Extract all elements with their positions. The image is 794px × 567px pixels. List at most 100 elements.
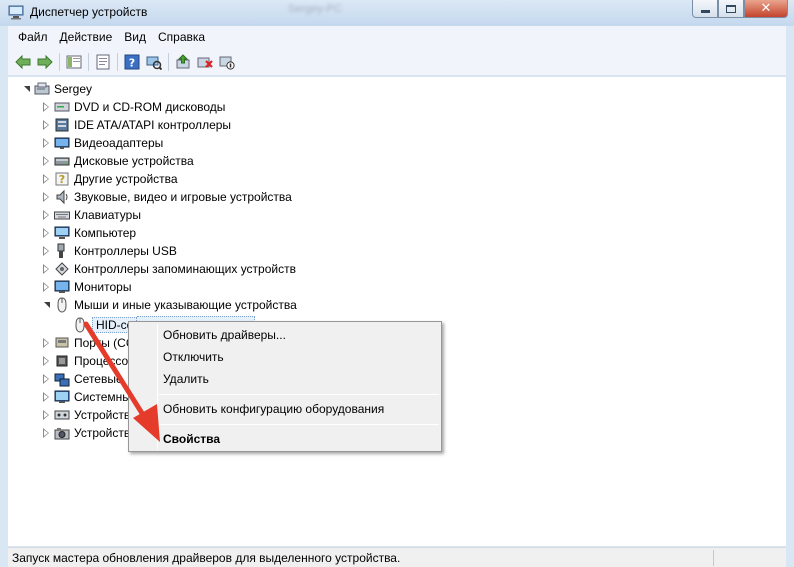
collapsed-icon[interactable] bbox=[42, 282, 50, 292]
context-menu: Обновить драйверы... Отключить Удалить О… bbox=[128, 321, 442, 452]
tree-node-label: DVD и CD-ROM дисководы bbox=[74, 100, 226, 114]
ctx-separator bbox=[159, 424, 439, 425]
title-bar[interactable]: Диспетчер устройств Sergey-PC ✕ bbox=[0, 0, 794, 26]
tree-node[interactable]: Компьютер bbox=[42, 224, 136, 242]
collapsed-icon[interactable] bbox=[42, 120, 50, 130]
maximize-button[interactable] bbox=[718, 0, 744, 18]
monitor-icon bbox=[54, 279, 70, 295]
toolbar-separator bbox=[88, 52, 89, 71]
hid-icon bbox=[54, 407, 70, 423]
forward-button[interactable] bbox=[34, 51, 56, 73]
help-button[interactable]: ? bbox=[121, 51, 143, 73]
keyboard-icon bbox=[54, 207, 70, 223]
tree-node[interactable]: Мыши и иные указывающие устройства bbox=[42, 296, 297, 314]
computer-icon bbox=[54, 225, 70, 241]
tree-node[interactable]: Системны bbox=[42, 388, 131, 406]
ctx-scan-hardware[interactable]: Обновить конфигурацию оборудования bbox=[163, 399, 384, 419]
tree-node[interactable]: Звуковые, видео и игровые устройства bbox=[42, 188, 292, 206]
tree-node-label: Контроллеры USB bbox=[74, 244, 177, 258]
disable-icon bbox=[219, 56, 235, 70]
status-text: Запуск мастера обновления драйверов для … bbox=[12, 551, 401, 565]
menu-help[interactable]: Справка bbox=[152, 30, 211, 44]
collapsed-icon[interactable] bbox=[42, 102, 50, 112]
expanded-icon[interactable] bbox=[22, 85, 30, 93]
expanded-icon[interactable] bbox=[42, 301, 50, 309]
close-icon: ✕ bbox=[760, 1, 772, 16]
ctx-properties[interactable]: Свойства bbox=[163, 429, 220, 449]
update-driver-icon bbox=[176, 53, 190, 68]
tree-node[interactable]: Устройств bbox=[42, 406, 130, 424]
system-device-icon bbox=[54, 389, 70, 405]
tree-node[interactable]: Процессо bbox=[42, 352, 128, 370]
show-hide-tree-button[interactable] bbox=[63, 51, 85, 73]
device-manager-window: Диспетчер устройств Sergey-PC ✕ Файл Дей… bbox=[0, 0, 794, 567]
svg-text:?: ? bbox=[129, 56, 135, 69]
uninstall-button[interactable] bbox=[194, 51, 216, 73]
collapsed-icon[interactable] bbox=[42, 374, 50, 384]
window-title: Диспетчер устройств bbox=[30, 5, 148, 19]
collapsed-icon[interactable] bbox=[42, 156, 50, 166]
tree-root[interactable]: Sergey bbox=[22, 80, 92, 98]
uninstall-icon bbox=[197, 57, 213, 68]
tree-node[interactable]: IDE ATA/ATAPI контроллеры bbox=[42, 116, 231, 134]
tree-node[interactable]: Контроллеры USB bbox=[42, 242, 177, 260]
collapsed-icon[interactable] bbox=[42, 228, 50, 238]
collapsed-icon[interactable] bbox=[42, 174, 50, 184]
minimize-button[interactable] bbox=[692, 0, 718, 18]
toolbar-separator bbox=[117, 52, 118, 71]
tree-node-label: Другие устройства bbox=[74, 172, 178, 186]
ctx-update-drivers[interactable]: Обновить драйверы... bbox=[163, 325, 286, 345]
menu-view[interactable]: Вид bbox=[118, 30, 152, 44]
tree-node[interactable]: Устройств bbox=[42, 424, 130, 442]
update-driver-button[interactable] bbox=[172, 51, 194, 73]
tree-node[interactable]: Сетевые bbox=[42, 370, 123, 388]
status-divider bbox=[713, 550, 714, 566]
caption-buttons: ✕ bbox=[692, 0, 788, 18]
tree-node[interactable]: Клавиатуры bbox=[42, 206, 141, 224]
collapsed-icon[interactable] bbox=[42, 392, 50, 402]
tree-node[interactable]: Дисковые устройства bbox=[42, 152, 194, 170]
maximize-icon bbox=[726, 4, 736, 13]
tree-node[interactable]: Контроллеры запоминающих устройств bbox=[42, 260, 296, 278]
computer-icon bbox=[34, 81, 50, 97]
collapsed-icon[interactable] bbox=[42, 264, 50, 274]
properties-icon bbox=[96, 54, 110, 69]
collapsed-icon[interactable] bbox=[42, 428, 50, 438]
collapsed-icon[interactable] bbox=[42, 210, 50, 220]
collapsed-icon[interactable] bbox=[42, 138, 50, 148]
tree-node-label: Звуковые, видео и игровые устройства bbox=[74, 190, 292, 204]
close-button[interactable]: ✕ bbox=[744, 0, 788, 18]
collapsed-icon[interactable] bbox=[42, 246, 50, 256]
tree-node-label: IDE ATA/ATAPI контроллеры bbox=[74, 118, 232, 132]
tree-node[interactable]: DVD и CD-ROM дисководы bbox=[42, 98, 225, 116]
tree-node-label: Контроллеры запоминающих устройств bbox=[74, 262, 296, 276]
toolbar: ? bbox=[8, 48, 786, 76]
tree-node-label: Порты (СС bbox=[74, 336, 135, 350]
tree-node-label: Системны bbox=[74, 390, 131, 404]
collapsed-icon[interactable] bbox=[42, 338, 50, 348]
ctx-uninstall[interactable]: Удалить bbox=[163, 369, 209, 389]
back-button[interactable] bbox=[12, 51, 34, 73]
tree-node-label: Устройств bbox=[74, 426, 131, 440]
collapsed-icon[interactable] bbox=[42, 192, 50, 202]
disable-button[interactable] bbox=[216, 51, 238, 73]
dvd-drive-icon bbox=[54, 99, 70, 115]
tree-node[interactable]: Видеоадаптеры bbox=[42, 134, 163, 152]
scan-hardware-button[interactable] bbox=[143, 51, 165, 73]
tree-node[interactable]: Порты (СС bbox=[42, 334, 135, 352]
tree-node[interactable]: ? Другие устройства bbox=[42, 170, 178, 188]
properties-button[interactable] bbox=[92, 51, 114, 73]
help-icon: ? bbox=[124, 54, 140, 69]
minimize-icon bbox=[700, 10, 710, 13]
menu-file[interactable]: Файл bbox=[12, 30, 54, 44]
tree-node-label: Сетевые bbox=[74, 372, 123, 386]
context-menu-gutter bbox=[157, 324, 158, 449]
collapsed-icon[interactable] bbox=[42, 356, 50, 366]
ctx-disable[interactable]: Отключить bbox=[163, 347, 224, 367]
tree-node[interactable]: Мониторы bbox=[42, 278, 131, 296]
forward-icon bbox=[37, 54, 53, 69]
unknown-device-icon: ? bbox=[54, 171, 70, 187]
menu-action[interactable]: Действие bbox=[54, 30, 119, 44]
collapsed-icon[interactable] bbox=[42, 410, 50, 420]
usb-icon bbox=[54, 243, 70, 259]
